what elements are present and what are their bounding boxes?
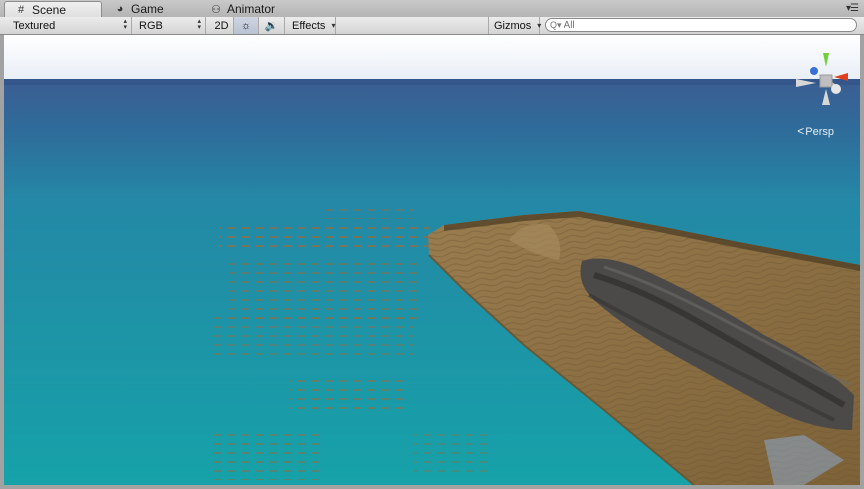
projection-toggle[interactable]: <Persp [797, 124, 834, 138]
pacman-icon: ◕ [116, 3, 124, 15]
tab-game[interactable]: ◕ Game [104, 1, 202, 17]
gizmo-z-axis[interactable] [810, 67, 818, 75]
tab-scene-label: Scene [32, 3, 67, 17]
search-icon: Q▾ [550, 19, 562, 30]
search-field[interactable]: Q▾ [545, 18, 857, 32]
tab-animator[interactable]: ⚇ Animator [200, 1, 310, 17]
projection-label: Persp [805, 126, 834, 138]
draw-mode-value: Textured [13, 19, 56, 32]
chevron-down-icon: ▾ [331, 21, 336, 30]
animator-icon: ⚇ [211, 3, 221, 16]
updown-arrows-icon: ▴ ▾ [197, 18, 201, 31]
scene-orientation-gizmo[interactable] [790, 47, 860, 117]
updown-arrows-icon: ▴ ▾ [123, 18, 127, 31]
gizmo-x-axis[interactable] [834, 73, 848, 81]
chevron-left-icon: < [797, 124, 805, 138]
2d-toggle-label: 2D [214, 19, 229, 32]
speaker-icon: 🔉 [264, 20, 279, 32]
draw-mode-dropdown[interactable]: Textured ▴ ▾ [8, 17, 132, 34]
tab-animator-label: Animator [227, 2, 276, 16]
sun-icon: ☼ [240, 19, 252, 32]
chevron-down-icon: ▾ [537, 21, 542, 30]
scene-viewport[interactable]: <Persp [4, 35, 860, 485]
scene-toolbar: Textured ▴ ▾ RGB ▴ ▾ 2D ☼ 🔉 Effects ▾ Gizm… [0, 17, 864, 35]
scene-render [4, 35, 860, 485]
window-bottom-border [0, 485, 864, 489]
render-mode-value: RGB [139, 19, 163, 32]
tab-game-label: Game [131, 2, 164, 16]
gizmos-label: Gizmos [494, 19, 532, 32]
window-menu-icon[interactable]: ▾☰ [846, 3, 859, 14]
tab-bar: # Scene ◕ Game ⚇ Animator ▾☰ [0, 0, 864, 18]
scene-audio-button[interactable]: 🔉 [259, 17, 285, 34]
2d-toggle-button[interactable]: 2D [210, 17, 234, 34]
search-input[interactable] [561, 19, 844, 31]
scene-lighting-button[interactable]: ☼ [234, 17, 259, 34]
effects-label: Effects [292, 19, 326, 32]
gizmos-dropdown[interactable]: Gizmos ▾ [488, 17, 542, 34]
tab-scene[interactable]: # Scene [4, 1, 102, 18]
render-mode-dropdown[interactable]: RGB ▴ ▾ [134, 17, 206, 34]
grid-icon: # [17, 4, 25, 16]
effects-dropdown[interactable]: Effects ▾ [287, 17, 336, 34]
gizmo-y-axis[interactable] [823, 53, 829, 67]
